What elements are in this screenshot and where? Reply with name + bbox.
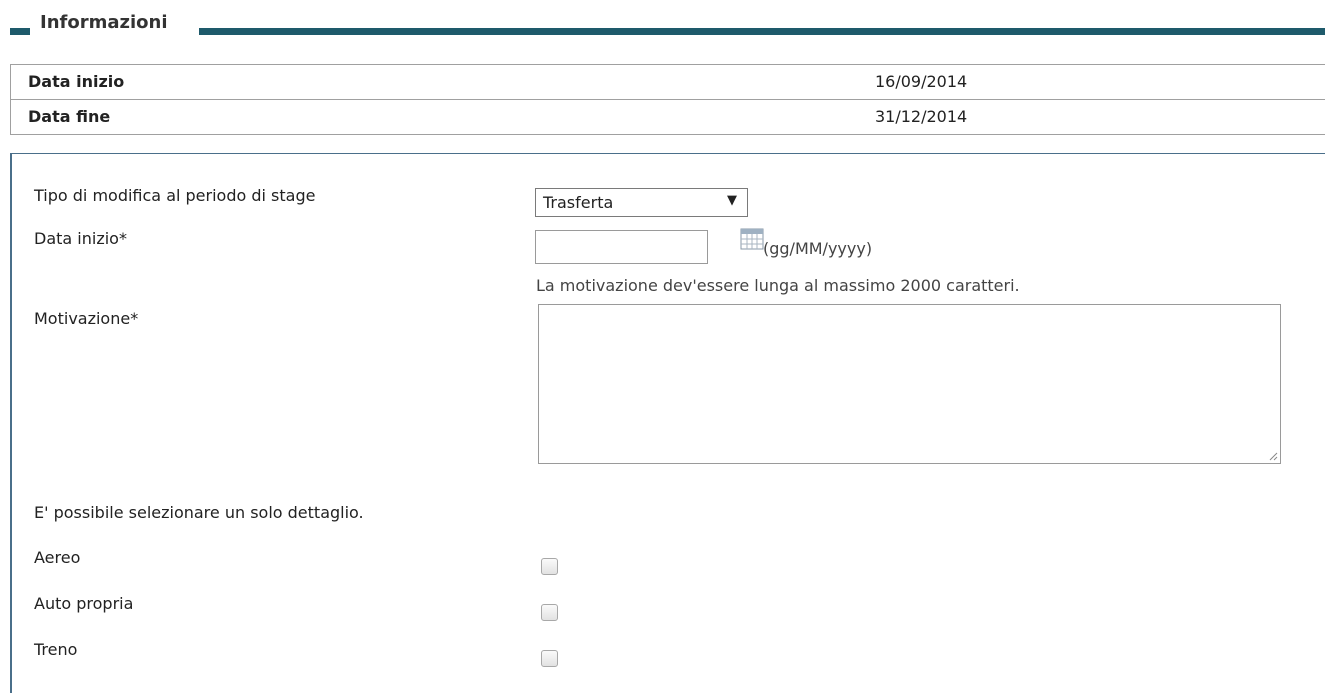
section-bar-left xyxy=(10,28,30,35)
tipo-modifica-label: Tipo di modifica al periodo di stage xyxy=(34,186,316,205)
motivazione-note: La motivazione dev'essere lunga al massi… xyxy=(536,276,1020,295)
data-inizio-label: Data inizio* xyxy=(34,229,127,248)
checkbox-aereo[interactable] xyxy=(541,558,558,575)
resize-grip-icon[interactable] xyxy=(1268,451,1278,461)
option-label-auto-propria: Auto propria xyxy=(34,594,134,613)
section-title: Informazioni xyxy=(36,12,172,33)
info-value-data-fine: 31/12/2014 xyxy=(875,107,968,126)
tipo-modifica-select[interactable]: Trasferta ▼ xyxy=(535,188,748,217)
checkbox-auto-propria[interactable] xyxy=(541,604,558,621)
section-bar-right xyxy=(199,28,1325,35)
info-row: Data fine 31/12/2014 xyxy=(11,100,1325,135)
motivazione-textarea[interactable] xyxy=(538,304,1281,464)
option-label-aereo: Aereo xyxy=(34,548,81,567)
tipo-modifica-selected: Trasferta xyxy=(543,193,614,212)
checkbox-treno[interactable] xyxy=(541,650,558,667)
date-format-hint: (gg/MM/yyyy) xyxy=(763,239,873,258)
calendar-icon[interactable] xyxy=(740,228,764,250)
option-label-treno: Treno xyxy=(34,640,78,659)
data-inizio-input[interactable] xyxy=(535,230,708,264)
detail-hint: E' possibile selezionare un solo dettagl… xyxy=(34,503,364,522)
info-label-data-inizio: Data inizio xyxy=(28,72,125,91)
info-label-data-fine: Data fine xyxy=(28,107,111,126)
info-value-data-inizio: 16/09/2014 xyxy=(875,72,968,91)
section-header: Informazioni xyxy=(10,10,1325,40)
triangle-down-icon: ▼ xyxy=(727,193,737,208)
motivazione-label: Motivazione* xyxy=(34,309,139,328)
info-table: Data inizio 16/09/2014 Data fine 31/12/2… xyxy=(10,64,1325,135)
info-row: Data inizio 16/09/2014 xyxy=(11,65,1325,100)
